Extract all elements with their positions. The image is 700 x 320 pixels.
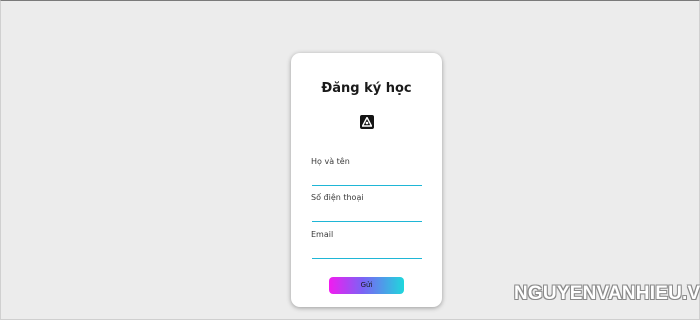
email-input[interactable] xyxy=(312,246,422,259)
fullname-input[interactable] xyxy=(312,173,422,186)
submit-button[interactable]: Gửi xyxy=(329,277,404,294)
phone-label: Số điện thoại xyxy=(311,193,364,202)
phone-input[interactable] xyxy=(312,209,422,222)
form-title: Đăng ký học xyxy=(321,81,412,96)
fullname-label: Họ và tên xyxy=(311,157,350,166)
app-logo-icon xyxy=(360,115,374,129)
registration-form-card: Đăng ký học Họ và tên Số điện thoại Emai… xyxy=(291,53,442,307)
email-label: Email xyxy=(311,230,334,239)
site-watermark: NGUYENVANHIEU.VN xyxy=(514,283,700,304)
